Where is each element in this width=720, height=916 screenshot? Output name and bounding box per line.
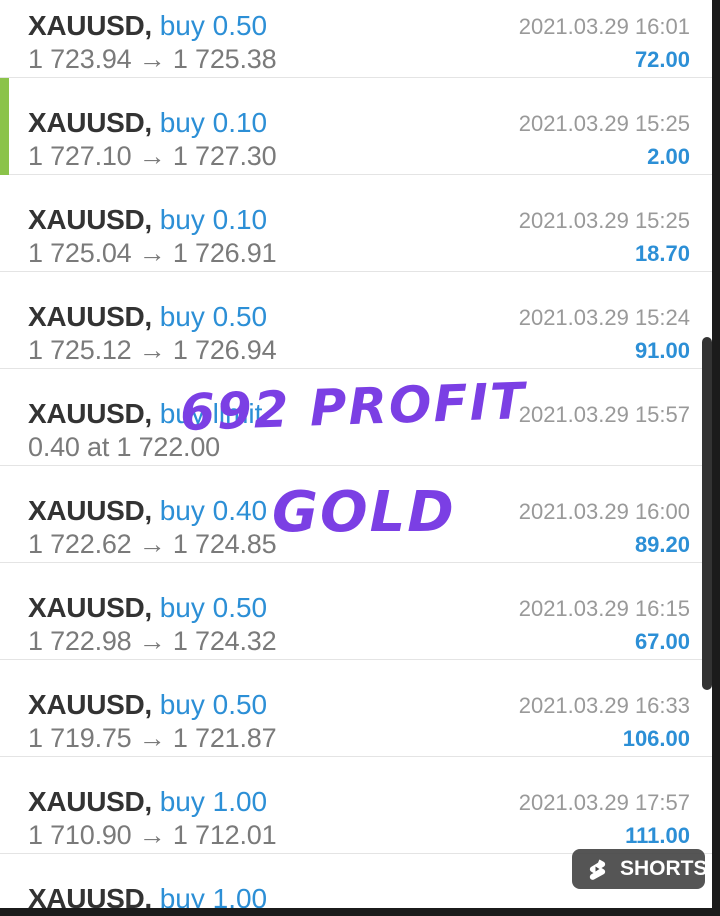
trade-title: XAUUSD, buy 0.10 <box>28 108 267 138</box>
trade-prices: 1 722.62 → 1 724.85 <box>28 529 277 559</box>
trade-symbol: XAUUSD, <box>28 592 152 623</box>
trade-time: 2021.03.29 16:33 <box>518 693 690 718</box>
trade-order: buy 1.00 <box>159 883 268 909</box>
trade-symbol: XAUUSD, <box>28 786 152 817</box>
trade-order: buy 0.50 <box>159 592 268 623</box>
trade-time: 2021.03.29 16:01 <box>518 14 690 39</box>
trade-symbol: XAUUSD, <box>28 10 152 41</box>
trade-profit: 2.00 <box>647 144 690 169</box>
trade-title: XAUUSD, buy 0.10 <box>28 205 267 235</box>
trade-prices: 1 723.94 → 1 725.38 <box>28 44 277 74</box>
trade-symbol: XAUUSD, <box>28 883 152 909</box>
trade-row[interactable]: XAUUSD, buy 0.10 1 725.04 → 1 726.91 202… <box>0 175 712 272</box>
trade-prices: 1 722.98 → 1 724.32 <box>28 626 277 656</box>
trade-row[interactable]: XAUUSD, buy 0.10 1 727.10 → 1 727.30 202… <box>0 78 712 175</box>
trade-order: buy 0.10 <box>159 107 268 138</box>
trade-title: XAUUSD, buy 0.40 <box>28 496 267 526</box>
shorts-logo-icon <box>589 859 606 880</box>
trade-title: XAUUSD, buy 1.00 <box>28 883 268 909</box>
overlay-gold-text: GOLD <box>272 480 456 545</box>
trade-row[interactable]: XAUUSD, buy 1.00 1 710.90 → 1 712.01 202… <box>0 757 712 854</box>
trade-profit: 106.00 <box>622 726 690 751</box>
trade-order: buy 1.00 <box>159 786 268 817</box>
trade-profit: 91.00 <box>634 338 690 363</box>
trade-time: 2021.03.29 15:25 <box>518 111 690 136</box>
bottom-edge <box>0 908 720 916</box>
trade-time: 2021.03.29 15:25 <box>518 208 690 233</box>
trade-list: XAUUSD, buy 0.50 1 723.94 → 1 725.38 202… <box>0 0 712 908</box>
trade-symbol: XAUUSD, <box>28 495 152 526</box>
scrollbar[interactable] <box>702 337 712 690</box>
trade-order: buy 0.50 <box>159 10 268 41</box>
trade-title: XAUUSD, buy 1.00 <box>28 787 267 817</box>
trade-profit: 72.00 <box>634 47 690 72</box>
shorts-label: SHORTS <box>620 857 708 880</box>
shorts-badge[interactable]: SHORTS <box>572 849 708 889</box>
trade-row[interactable]: XAUUSD, buy 0.50 1 722.98 → 1 724.32 202… <box>0 563 712 660</box>
trade-prices: 1 727.10 → 1 727.30 <box>28 141 277 171</box>
trade-prices: 1 725.12 → 1 726.94 <box>28 335 277 365</box>
trade-row[interactable]: XAUUSD, buy 0.50 1 723.94 → 1 725.38 202… <box>0 0 712 78</box>
trade-profit: 89.20 <box>634 532 690 557</box>
trade-profit: 111.00 <box>625 823 690 848</box>
trade-row[interactable]: XAUUSD, buy 0.50 1 719.75 → 1 721.87 202… <box>0 660 712 757</box>
trade-prices: 1 719.75 → 1 721.87 <box>28 723 277 753</box>
trade-prices: 1 725.04 → 1 726.91 <box>28 238 277 268</box>
trade-symbol: XAUUSD, <box>28 689 152 720</box>
trade-title: XAUUSD, buy 0.50 <box>28 302 267 332</box>
trade-time: 2021.03.29 16:15 <box>518 596 690 621</box>
trade-symbol: XAUUSD, <box>28 107 152 138</box>
trade-title: XAUUSD, buy 0.50 <box>28 11 267 41</box>
trade-time: 2021.03.29 17:57 <box>518 790 690 815</box>
trade-time: 2021.03.29 15:57 <box>518 402 690 427</box>
overlay-profit-text: 692 PROFIT <box>179 371 528 443</box>
trade-title: XAUUSD, buy 0.50 <box>28 690 267 720</box>
trade-title: XAUUSD, buy 0.50 <box>28 593 267 623</box>
trade-symbol: XAUUSD, <box>28 398 152 429</box>
trade-order: buy 0.10 <box>159 204 268 235</box>
trade-order: buy 0.50 <box>159 689 268 720</box>
trade-prices: 1 710.90 → 1 712.01 <box>28 820 277 850</box>
trade-order: buy 0.40 <box>159 495 268 526</box>
trade-history-screen: XAUUSD, buy 0.50 1 723.94 → 1 725.38 202… <box>0 0 712 908</box>
trade-profit: 67.00 <box>634 629 690 654</box>
trade-row[interactable]: XAUUSD, buy 0.50 1 725.12 → 1 726.94 202… <box>0 272 712 369</box>
trade-symbol: XAUUSD, <box>28 204 152 235</box>
trade-symbol: XAUUSD, <box>28 301 152 332</box>
trade-time: 2021.03.29 16:00 <box>518 499 690 524</box>
trade-order: buy 0.50 <box>159 301 268 332</box>
trade-profit: 18.70 <box>634 241 690 266</box>
trade-time: 2021.03.29 15:24 <box>518 305 690 330</box>
